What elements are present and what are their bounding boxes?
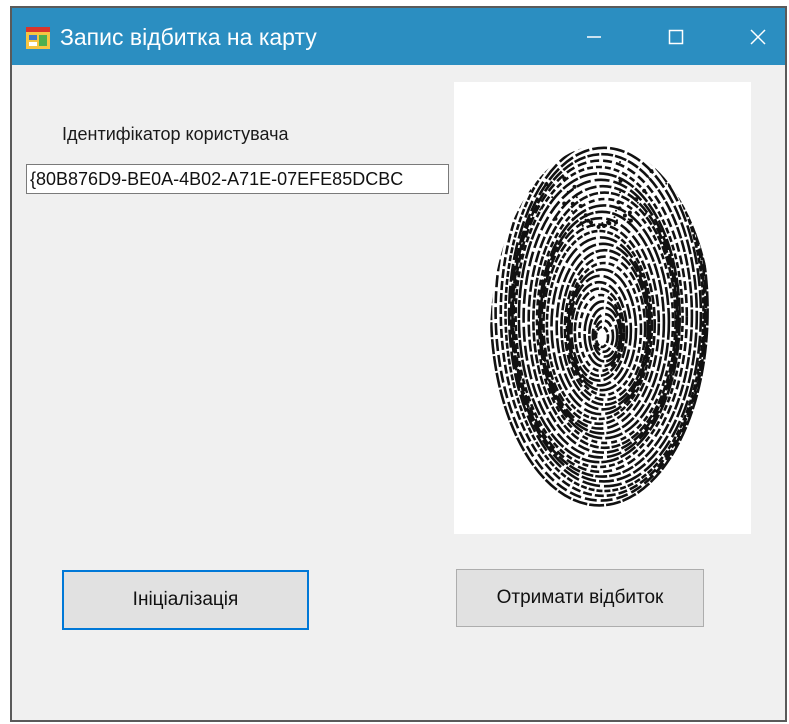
maximize-icon xyxy=(668,29,684,44)
title-bar[interactable]: Запис відбитка на карту xyxy=(12,8,785,65)
close-icon xyxy=(750,28,766,45)
user-id-input[interactable] xyxy=(26,164,449,194)
initialize-button[interactable]: Ініціалізація xyxy=(62,570,309,630)
minimize-button[interactable] xyxy=(564,8,624,65)
close-button[interactable] xyxy=(728,8,785,65)
app-form-icon xyxy=(26,27,50,49)
window-title: Запис відбитка на карту xyxy=(60,24,317,50)
minimize-icon xyxy=(587,35,601,38)
app-window: Запис відбитка на карту Ідентифікатор ко… xyxy=(10,6,787,722)
maximize-button[interactable] xyxy=(646,8,706,65)
fingerprint-image xyxy=(490,145,709,507)
user-id-label: Ідентифікатор користувача xyxy=(62,124,289,144)
fingerprint-picture-box xyxy=(454,82,751,534)
get-fingerprint-button[interactable]: Отримати відбиток xyxy=(456,569,704,627)
